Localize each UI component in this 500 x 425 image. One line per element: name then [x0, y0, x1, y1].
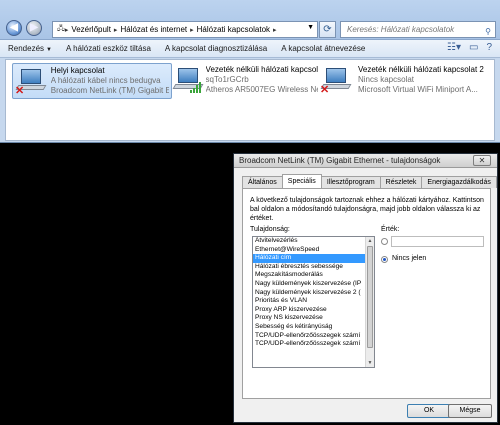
- disconnected-x-icon: ✕: [320, 84, 330, 96]
- back-button[interactable]: ◀: [6, 20, 22, 36]
- chevron-down-icon[interactable]: ▼: [307, 24, 314, 31]
- search-icon[interactable]: ⚲: [485, 24, 491, 37]
- breadcrumb-item[interactable]: Hálózat és internet: [120, 25, 187, 34]
- connection-name: Vezeték nélküli hálózati kapcsolat: [205, 65, 318, 74]
- explorer-window: ◀ ▶ 🖧 ▸ Vezérlőpult ▸ Hálózat és interne…: [0, 0, 500, 143]
- breadcrumb-item[interactable]: Hálózati kapcsolatok: [197, 25, 270, 34]
- properties-dialog: Broadcom NetLink (TM) Gigabit Ethernet -…: [233, 153, 498, 423]
- wireless-network-icon: ✕: [320, 65, 354, 96]
- property-item[interactable]: Átvitelvezérlés: [253, 237, 366, 246]
- search-placeholder: Keresés: Hálózati kapcsolatok: [347, 25, 455, 34]
- connection-status: Nincs kapcsolat: [358, 75, 415, 84]
- organize-button[interactable]: Rendezés ▼: [8, 44, 52, 53]
- close-button[interactable]: ✕: [473, 155, 491, 166]
- description-text: A következő tulajdonságok tartoznak ehhe…: [250, 197, 484, 222]
- refresh-button[interactable]: ⟳: [319, 21, 336, 38]
- tab-details[interactable]: Részletek: [379, 176, 423, 188]
- connection-item-local[interactable]: ✕ Helyi kapcsolat A hálózati kábel nincs…: [12, 63, 172, 99]
- tab-strip: Általános Speciális Illesztőprogram Rész…: [242, 174, 497, 188]
- property-item[interactable]: TCP/UDP-ellenőrzőösszegek számí: [253, 332, 366, 341]
- property-item[interactable]: Prioritás és VLAN: [253, 297, 366, 306]
- search-input[interactable]: Keresés: Hálózati kapcsolatok ⚲: [340, 21, 496, 38]
- disconnected-x-icon: ✕: [15, 85, 25, 97]
- property-item[interactable]: Megszakításmoderálás: [253, 271, 366, 280]
- property-item[interactable]: Nagy küldemények kiszervezése (IP: [253, 280, 366, 289]
- scrollbar-thumb[interactable]: [367, 246, 373, 348]
- forward-button[interactable]: ▶: [26, 20, 42, 36]
- scroll-down-icon[interactable]: ▼: [366, 359, 374, 367]
- network-folder-icon: 🖧: [57, 25, 65, 32]
- tab-general[interactable]: Általános: [242, 176, 283, 188]
- view-controls: ☷▾ ▭ ?: [447, 42, 492, 53]
- value-radio[interactable]: [381, 238, 388, 245]
- tab-advanced[interactable]: Speciális: [281, 174, 322, 188]
- organize-label: Rendezés: [8, 44, 45, 53]
- property-item[interactable]: Nagy küldemények kiszervezése 2 (: [253, 289, 366, 298]
- not-present-radio[interactable]: [381, 256, 388, 263]
- chevron-right-icon: ▸: [273, 26, 277, 34]
- signal-bars-icon: [190, 81, 204, 93]
- diagnose-button[interactable]: A kapcsolat diagnosztizálása: [165, 44, 267, 53]
- connection-device: Microsoft Virtual WiFi Miniport A...: [358, 85, 478, 94]
- chevron-right-icon: ▸: [190, 26, 194, 34]
- desktop: ◀ ▶ 🖧 ▸ Vezérlőpult ▸ Hálózat és interne…: [0, 0, 500, 425]
- tab-power-management[interactable]: Energiagazdálkodás: [421, 176, 497, 188]
- breadcrumb-item[interactable]: Vezérlőpult: [71, 25, 111, 34]
- help-icon[interactable]: ?: [486, 42, 492, 53]
- chevron-right-icon: ▸: [64, 26, 69, 34]
- connection-device: Atheros AR5007EG Wireless Netw...: [205, 85, 318, 94]
- dialog-title-bar[interactable]: Broadcom NetLink (TM) Gigabit Ethernet -…: [234, 154, 497, 168]
- connection-item-wireless[interactable]: Vezeték nélküli hálózati kapcsolat sqTo1…: [170, 63, 320, 99]
- wireless-network-icon: [172, 65, 204, 95]
- cancel-button[interactable]: Mégse: [448, 404, 492, 418]
- property-item-selected[interactable]: Hálózati cím: [253, 254, 366, 263]
- scroll-up-icon[interactable]: ▲: [366, 237, 374, 245]
- rename-button[interactable]: A kapcsolat átnevezése: [281, 44, 365, 53]
- not-present-label[interactable]: Nincs jelen: [392, 255, 426, 262]
- connection-name: Helyi kapcsolat: [50, 66, 105, 75]
- property-list-scrollbar[interactable]: ▲ ▼: [365, 237, 374, 367]
- wired-network-icon: ✕: [15, 66, 47, 97]
- view-options-icon[interactable]: ☷▾: [447, 42, 461, 53]
- preview-pane-icon[interactable]: ▭: [469, 42, 478, 53]
- value-input[interactable]: [391, 236, 484, 247]
- chevron-right-icon: ▸: [113, 26, 118, 34]
- property-item[interactable]: TCP/UDP-ellenőrzőösszegek számí: [253, 340, 366, 349]
- property-item[interactable]: Sebesség és kétirányúság: [253, 323, 366, 332]
- command-bar: Rendezés ▼ A hálózati eszköz tiltása A ka…: [0, 40, 500, 58]
- connection-device: Broadcom NetLink (TM) Gigabit E...: [50, 86, 169, 95]
- dialog-title: Broadcom NetLink (TM) Gigabit Ethernet -…: [239, 156, 441, 165]
- value-label: Érték:: [381, 226, 400, 233]
- connection-status: sqTo1rGCrb: [205, 75, 249, 84]
- connections-list: ✕ Helyi kapcsolat A hálózati kábel nincs…: [5, 59, 495, 141]
- connection-status: A hálózati kábel nincs bedugva: [50, 76, 161, 85]
- property-item[interactable]: Proxy ARP kiszervezése: [253, 306, 366, 315]
- ok-button[interactable]: OK: [407, 404, 451, 418]
- disable-device-button[interactable]: A hálózati eszköz tiltása: [66, 44, 151, 53]
- property-label: Tulajdonság:: [250, 226, 290, 233]
- connection-item-wireless-2[interactable]: ✕ Vezeték nélküli hálózati kapcsolat 2 N…: [318, 63, 488, 99]
- property-listbox[interactable]: Átvitelvezérlés Ethernet@WireSpeed Hálóz…: [252, 236, 375, 368]
- advanced-tab-pane: A következő tulajdonságok tartoznak ehhe…: [242, 188, 491, 399]
- connection-name: Vezeték nélküli hálózati kapcsolat 2: [358, 65, 484, 74]
- property-item[interactable]: Hálózati ébresztés sebessége: [253, 263, 366, 272]
- address-bar-area: ◀ ▶ 🖧 ▸ Vezérlőpult ▸ Hálózat és interne…: [0, 0, 500, 40]
- tab-driver[interactable]: Illesztőprogram: [320, 176, 381, 188]
- chevron-down-icon: ▼: [46, 47, 52, 53]
- address-field[interactable]: 🖧 ▸ Vezérlőpult ▸ Hálózat és internet ▸ …: [52, 21, 318, 38]
- property-item[interactable]: Proxy NS kiszervezése: [253, 314, 366, 323]
- property-item[interactable]: Ethernet@WireSpeed: [253, 246, 366, 255]
